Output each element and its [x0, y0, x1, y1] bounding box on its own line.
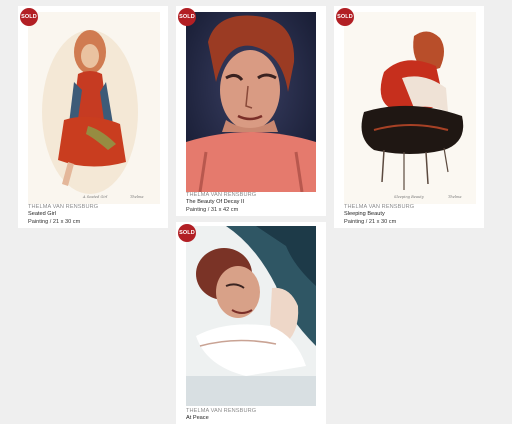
artwork-card-sleeping-beauty[interactable]: Sleeping Beauty Thelma SOLD THELMA VAN R…: [334, 6, 484, 228]
sleeping-beauty-caption: Sleeping Beauty: [394, 195, 425, 199]
artwork-gallery: A Seated Girl Thelma SOLD THELMA VAN REN…: [0, 0, 512, 424]
artwork-card-seated-girl[interactable]: A Seated Girl Thelma SOLD THELMA VAN REN…: [18, 6, 168, 228]
sold-badge: SOLD: [20, 8, 38, 26]
seated-girl-caption: A Seated Girl: [82, 195, 107, 199]
artwork-image-at-peace[interactable]: [186, 226, 316, 406]
at-peace-painting: [186, 226, 316, 406]
artist-name[interactable]: THELMA VAN RENSBURG: [186, 192, 256, 199]
artwork-title[interactable]: Seated Girl: [28, 211, 98, 218]
sold-badge: SOLD: [178, 224, 196, 242]
beauty-of-decay-painting: [186, 12, 316, 192]
artwork-spec: Painting / 21 x 30 cm: [28, 218, 81, 225]
artist-name[interactable]: THELMA VAN RENSBURG: [28, 204, 98, 211]
artwork-image-beauty-of-decay[interactable]: [186, 12, 316, 192]
seated-girl-painting: A Seated Girl Thelma: [28, 12, 160, 204]
artwork-card-beauty-of-decay[interactable]: SOLD THELMA VAN RENSBURG The Beauty Of D…: [176, 6, 326, 216]
sold-badge: SOLD: [336, 8, 354, 26]
artwork-meta: THELMA VAN RENSBURG Sleeping Beauty Pain…: [344, 204, 414, 226]
artwork-meta: THELMA VAN RENSBURG Seated Girl Painting…: [28, 204, 98, 226]
artwork-title[interactable]: At Peace: [186, 415, 256, 422]
artwork-image-sleeping-beauty[interactable]: Sleeping Beauty Thelma: [344, 12, 476, 204]
artwork-meta: THELMA VAN RENSBURG The Beauty Of Decay …: [186, 192, 256, 214]
artwork-spec: Painting / 21 x 30 cm: [344, 218, 397, 225]
artist-name[interactable]: THELMA VAN RENSBURG: [186, 408, 256, 415]
artist-name[interactable]: THELMA VAN RENSBURG: [344, 204, 414, 211]
artwork-image-seated-girl[interactable]: A Seated Girl Thelma: [28, 12, 160, 204]
artwork-spec: Painting / 31 x 42 cm: [186, 206, 239, 213]
sleeping-beauty-signature: Thelma: [448, 195, 462, 199]
artwork-meta: THELMA VAN RENSBURG At Peace: [186, 408, 256, 423]
artwork-card-at-peace[interactable]: SOLD THELMA VAN RENSBURG At Peace: [176, 222, 326, 424]
sold-badge: SOLD: [178, 8, 196, 26]
artwork-title[interactable]: Sleeping Beauty: [344, 211, 414, 218]
sleeping-beauty-painting: Sleeping Beauty Thelma: [344, 12, 476, 204]
seated-girl-signature: Thelma: [130, 195, 144, 199]
artwork-title[interactable]: The Beauty Of Decay II: [186, 199, 256, 206]
